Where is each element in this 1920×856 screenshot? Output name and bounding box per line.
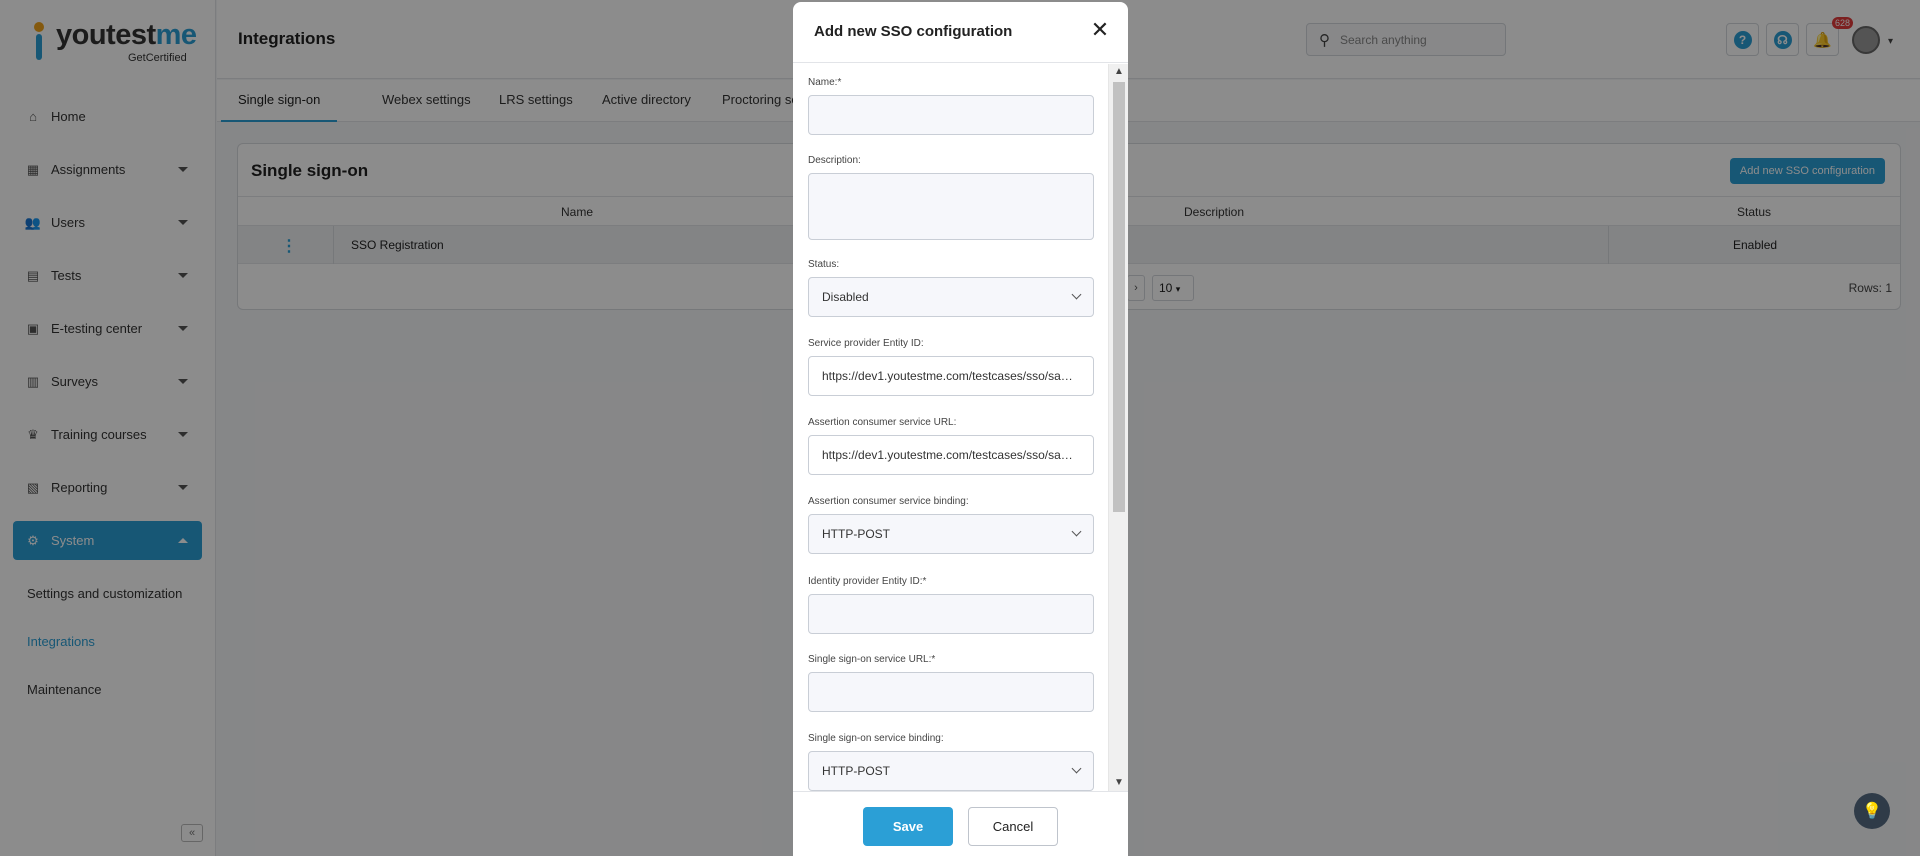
name-field: Name:* (808, 77, 1094, 135)
description-field: Description: (808, 155, 1094, 240)
dialog-title: Add new SSO configuration (814, 23, 1013, 40)
status-field: Status: Disabled (808, 259, 1094, 317)
acs-binding-label: Assertion consumer service binding: (808, 496, 969, 507)
status-select[interactable]: Disabled (808, 277, 1094, 317)
chevron-down-icon (1071, 763, 1082, 774)
acs-url-label: Assertion consumer service URL: (808, 417, 957, 428)
sso-binding-field: Single sign-on service binding: HTTP-POS… (808, 733, 1094, 791)
sso-url-field: Single sign-on service URL:* (808, 654, 1094, 712)
acs-url-input[interactable]: https://dev1.youtestme.com/testcases/sso… (808, 435, 1094, 475)
scroll-down-icon[interactable]: ▼ (1114, 778, 1124, 788)
sso-binding-label: Single sign-on service binding: (808, 733, 944, 744)
description-label: Description: (808, 155, 861, 166)
acs-binding-value: HTTP-POST (822, 527, 890, 541)
sso-config-dialog: Add new SSO configuration ✕ Name:* Descr… (793, 2, 1128, 856)
chevron-down-icon (1071, 526, 1082, 537)
close-icon[interactable]: ✕ (1088, 19, 1112, 43)
idp-entity-input[interactable] (808, 594, 1094, 634)
idp-entity-label: Identity provider Entity ID:* (808, 576, 927, 587)
name-input[interactable] (808, 95, 1094, 135)
cancel-button[interactable]: Cancel (968, 807, 1058, 846)
scroll-up-icon[interactable]: ▲ (1114, 67, 1124, 77)
sp-entity-field: Service provider Entity ID: https://dev1… (808, 338, 1094, 396)
description-input[interactable] (808, 173, 1094, 240)
sso-url-label: Single sign-on service URL:* (808, 654, 936, 665)
acs-binding-select[interactable]: HTTP-POST (808, 514, 1094, 554)
chevron-down-icon (1071, 289, 1082, 300)
sso-url-input[interactable] (808, 672, 1094, 712)
sso-binding-select[interactable]: HTTP-POST (808, 751, 1094, 791)
save-button[interactable]: Save (863, 807, 953, 846)
dialog-body: Name:* Description: Status: Disabled Ser… (793, 64, 1115, 791)
idp-entity-field: Identity provider Entity ID:* (808, 576, 1094, 634)
status-label: Status: (808, 259, 840, 270)
dialog-footer: Save Cancel (793, 791, 1128, 856)
name-label: Name:* (808, 77, 842, 88)
dialog-scrollbar[interactable]: ▲ ▼ (1108, 64, 1128, 791)
scrollbar-thumb[interactable] (1113, 82, 1125, 512)
sp-entity-label: Service provider Entity ID: (808, 338, 924, 349)
lightbulb-icon[interactable]: 💡 (1854, 793, 1890, 829)
sp-entity-input[interactable]: https://dev1.youtestme.com/testcases/sso… (808, 356, 1094, 396)
acs-url-field: Assertion consumer service URL: https://… (808, 417, 1094, 475)
acs-binding-field: Assertion consumer service binding: HTTP… (808, 496, 1094, 554)
dialog-header: Add new SSO configuration ✕ (793, 2, 1128, 63)
status-value: Disabled (822, 290, 869, 304)
sso-binding-value: HTTP-POST (822, 764, 890, 778)
